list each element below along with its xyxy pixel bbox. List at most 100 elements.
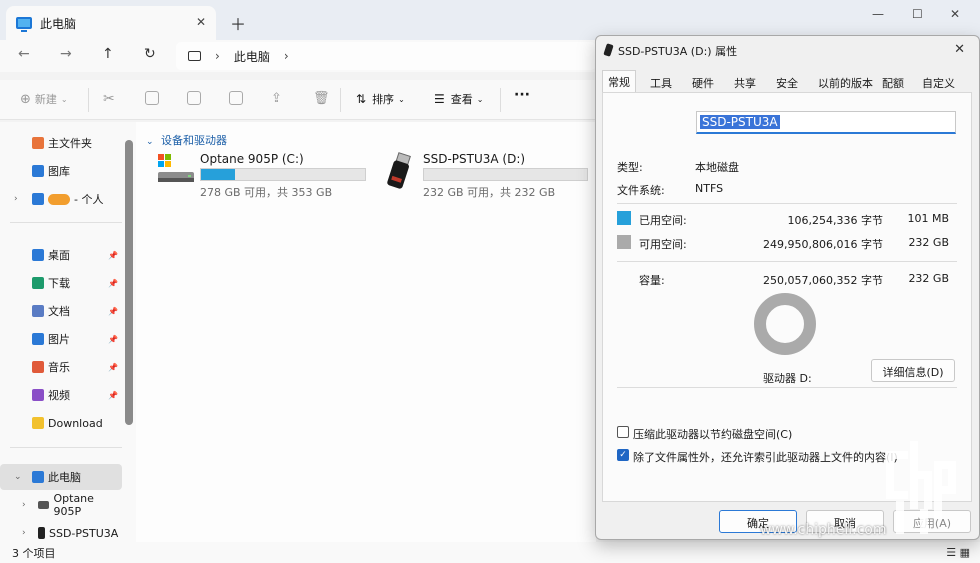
minimize-icon[interactable]: — (872, 7, 884, 21)
sidebar-item-videos[interactable]: 视频 📌 (0, 382, 122, 408)
sidebar-item-documents[interactable]: 文档 📌 (0, 298, 122, 324)
sidebar-item-drive-c[interactable]: › Optane 905P (0, 492, 122, 518)
paste-icon[interactable] (187, 91, 201, 105)
dialog-tabs: 常规 工具 硬件 共享 安全 以前的版本 配额 自定义 (602, 70, 972, 92)
used-space-label: 已用空间: (639, 214, 687, 227)
hard-drive-icon (38, 501, 50, 509)
compress-label[interactable]: 压缩此驱动器以节约磁盘空间(C) (633, 426, 792, 442)
status-bar: 3 个项目 (0, 542, 980, 563)
delete-icon[interactable]: 🗑 (313, 91, 330, 106)
breadcrumb-this-pc[interactable]: 此电脑 (234, 48, 270, 65)
rename-icon[interactable] (229, 91, 243, 105)
watermark-url: www.chiphell.com (760, 522, 887, 538)
sidebar-scrollbar[interactable] (125, 140, 133, 425)
sidebar-item-onedrive[interactable]: › - 个人 (0, 186, 122, 212)
apply-button[interactable]: 应用(A) (893, 510, 971, 533)
sort-button[interactable]: ⇅ 排序 ⌄ (356, 91, 405, 107)
address-bar[interactable]: › 此电脑 › (176, 42, 596, 70)
general-panel: SSD-PSTU3A 类型: 本地磁盘 文件系统: NTFS 已用空间: 106… (602, 92, 972, 502)
close-tab-icon[interactable]: ✕ (196, 15, 206, 29)
sidebar-item-pictures[interactable]: 图片 📌 (0, 326, 122, 352)
disk-usage-donut (754, 293, 816, 355)
tab-tools[interactable]: 工具 (650, 72, 672, 92)
share-icon[interactable]: ⇪ (271, 91, 282, 106)
refresh-icon[interactable]: ↻ (144, 46, 156, 62)
sidebar-item-this-pc[interactable]: ⌄ 此电脑 (0, 464, 122, 490)
documents-icon (32, 305, 44, 317)
more-options-icon[interactable]: ··· (514, 87, 530, 103)
chevron-down-icon[interactable]: ⌄ (14, 472, 22, 482)
view-button[interactable]: ☰ 查看 ⌄ (434, 91, 483, 107)
tab-customize[interactable]: 自定义 (922, 72, 955, 92)
divider (617, 203, 957, 204)
close-window-icon[interactable]: ✕ (950, 7, 960, 21)
back-arrow-icon[interactable]: ← (18, 46, 30, 62)
chevron-right-icon[interactable]: › (22, 500, 26, 510)
chevron-right-icon[interactable]: › (284, 49, 289, 63)
tab-quota[interactable]: 配额 (882, 72, 904, 92)
close-icon[interactable]: ✕ (954, 42, 965, 57)
divider (340, 88, 341, 112)
sidebar-item-label: 图片 (48, 333, 70, 346)
up-arrow-icon[interactable]: ↑ (102, 46, 114, 62)
dialog-title: SSD-PSTU3A (D:) 属性 (618, 45, 738, 58)
redacted-name-icon (48, 193, 70, 205)
pin-icon: 📌 (108, 250, 118, 260)
item-count: 3 个项目 (12, 547, 56, 560)
plus-circle-icon: ⊕ (20, 91, 31, 107)
sidebar-item-desktop[interactable]: 桌面 📌 (0, 242, 122, 268)
sidebar-item-music[interactable]: 音乐 📌 (0, 354, 122, 380)
chevron-right-icon[interactable]: › (22, 528, 26, 538)
chevron-right-icon[interactable]: › (14, 194, 18, 204)
sidebar-item-label: 音乐 (48, 361, 70, 374)
sidebar-item-label: 桌面 (48, 249, 70, 262)
sidebar-item-gallery[interactable]: 图库 (0, 158, 122, 184)
tab-this-pc[interactable]: 此电脑 ✕ (6, 6, 216, 40)
new-tab-button[interactable]: ＋ (230, 11, 246, 35)
chevron-down-icon: ⌄ (60, 94, 68, 104)
index-checkbox[interactable]: ✓ (617, 449, 629, 461)
details-button[interactable]: 详细信息(D) (871, 359, 955, 382)
capacity-bytes: 250,057,060,352 字节 (763, 274, 883, 287)
copy-icon[interactable] (145, 91, 159, 105)
sidebar-item-label: 下载 (48, 277, 70, 290)
monitor-icon (188, 51, 201, 61)
pictures-icon (32, 333, 44, 345)
pin-icon: 📌 (108, 362, 118, 372)
filesystem-value: NTFS (695, 182, 724, 195)
index-label[interactable]: 除了文件属性外，还允许索引此驱动器上文件的内容(I) (633, 449, 898, 465)
sidebar-item-label: 图库 (48, 165, 70, 178)
properties-dialog: SSD-PSTU3A (D:) 属性 ✕ 常规 工具 硬件 共享 安全 以前的版… (595, 35, 980, 540)
cut-icon[interactable]: ✂ (103, 91, 115, 107)
maximize-icon[interactable]: ☐ (912, 7, 923, 21)
sidebar-item-home[interactable]: 主文件夹 (0, 130, 122, 156)
drive-usage-bar (423, 168, 588, 181)
sidebar-item-download-folder[interactable]: Download (0, 410, 122, 436)
desktop-icon (32, 249, 44, 261)
this-pc-icon (16, 17, 32, 32)
tab-previous-versions[interactable]: 以前的版本 (818, 72, 873, 92)
drive-item-c[interactable]: Optane 905P (C:) 278 GB 可用，共 353 GB (156, 152, 376, 202)
free-space-label: 可用空间: (639, 238, 687, 251)
tab-bar: 此电脑 ✕ ＋ — ☐ ✕ (0, 0, 980, 40)
forward-arrow-icon[interactable]: → (60, 46, 72, 62)
drive-usage-bar (200, 168, 366, 181)
compress-checkbox[interactable] (617, 426, 629, 438)
drive-item-d[interactable]: SSD-PSTU3A (D:) 232 GB 可用，共 232 GB (378, 152, 588, 202)
capacity-size: 232 GB (908, 272, 949, 285)
new-button[interactable]: ⊕ 新建 ⌄ (20, 91, 68, 107)
hard-drive-icon (158, 154, 194, 182)
sidebar-item-downloads[interactable]: 下载 📌 (0, 270, 122, 296)
type-value: 本地磁盘 (695, 161, 739, 174)
view-toggle-icons[interactable]: ☰ ▦ (946, 546, 970, 559)
tab-title: 此电脑 (40, 16, 77, 31)
volume-name-input[interactable]: SSD-PSTU3A (696, 111, 956, 134)
onedrive-icon (32, 193, 44, 205)
group-header-devices[interactable]: ⌄ 设备和驱动器 (146, 132, 227, 148)
tab-hardware[interactable]: 硬件 (692, 72, 714, 92)
tab-general[interactable]: 常规 (602, 70, 636, 92)
videos-icon (32, 389, 44, 401)
usb-drive-icon (387, 152, 411, 189)
tab-sharing[interactable]: 共享 (734, 72, 756, 92)
tab-security[interactable]: 安全 (776, 72, 798, 92)
